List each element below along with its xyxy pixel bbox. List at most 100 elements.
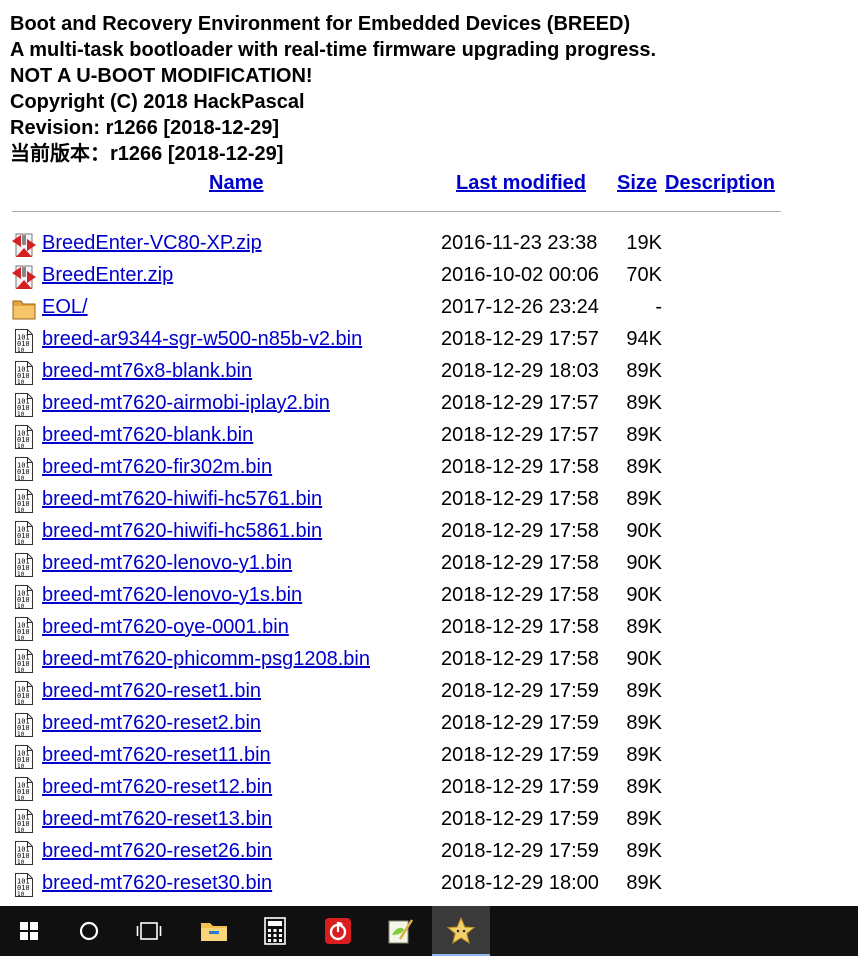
file-modified: 2018-12-29 18:03 xyxy=(441,360,599,382)
file-size: 89K xyxy=(626,424,662,446)
file-modified: 2018-12-29 17:58 xyxy=(441,520,599,542)
file-link[interactable]: breed-mt7620-phicomm-psg1208.bin xyxy=(42,648,370,671)
file-row: 101 010 10 breed-mt7620-hiwifi-hc5761.bin 20… xyxy=(0,484,858,516)
file-link[interactable]: breed-mt7620-lenovo-y1s.bin xyxy=(42,584,302,607)
cortana-button[interactable] xyxy=(60,906,118,956)
file-size: 89K xyxy=(626,840,662,862)
file-row: 101 010 10 breed-ar9344-sgr-w500-n85b-v2.bi… xyxy=(0,324,858,356)
file-link[interactable]: breed-mt7620-reset26.bin xyxy=(42,840,272,863)
file-link[interactable]: BreedEnter-VC80-XP.zip xyxy=(42,232,262,255)
file-modified: 2017-12-26 23:24 xyxy=(441,296,599,318)
title-line: Boot and Recovery Environment for Embedd… xyxy=(10,13,631,35)
column-header-name[interactable]: Name xyxy=(209,172,263,195)
svg-text:10: 10 xyxy=(17,667,25,673)
svg-text:10: 10 xyxy=(17,475,25,481)
file-size: 94K xyxy=(626,328,662,350)
file-modified: 2018-12-29 17:59 xyxy=(441,680,599,702)
binary-file-icon: 101 010 10 xyxy=(12,777,36,802)
file-size: 89K xyxy=(626,776,662,798)
file-modified: 2016-11-23 23:38 xyxy=(441,232,598,254)
file-link[interactable]: breed-mt7620-reset2.bin xyxy=(42,712,261,735)
svg-text:10: 10 xyxy=(17,571,25,577)
svg-text:10: 10 xyxy=(17,443,25,449)
archive-icon xyxy=(12,265,36,289)
file-link[interactable]: breed-mt76x8-blank.bin xyxy=(42,360,252,383)
taskbar-app-star[interactable] xyxy=(432,906,490,956)
file-link[interactable]: breed-mt7620-reset30.bin xyxy=(42,872,272,895)
svg-text:10: 10 xyxy=(17,539,25,545)
file-size: 89K xyxy=(626,872,662,894)
file-size: 89K xyxy=(626,712,662,734)
file-modified: 2018-12-29 18:00 xyxy=(441,872,599,894)
file-modified: 2018-12-29 17:57 xyxy=(441,328,599,350)
column-header-last-modified[interactable]: Last modified xyxy=(456,172,586,195)
file-size: 90K xyxy=(626,584,662,606)
file-link[interactable]: breed-ar9344-sgr-w500-n85b-v2.bin xyxy=(42,328,362,351)
file-row: BreedEnter.zip 2016-10-02 00:06 70K xyxy=(0,260,858,292)
svg-text:10: 10 xyxy=(17,827,25,833)
file-link[interactable]: breed-mt7620-reset13.bin xyxy=(42,808,272,831)
file-link[interactable]: breed-mt7620-reset12.bin xyxy=(42,776,272,799)
svg-text:10: 10 xyxy=(17,507,25,513)
taskbar-app-notepad-plus-plus[interactable] xyxy=(371,906,429,956)
file-link[interactable]: breed-mt7620-blank.bin xyxy=(42,424,253,447)
task-view-button[interactable] xyxy=(120,906,178,956)
file-size: 89K xyxy=(626,744,662,766)
binary-file-icon: 101 010 10 xyxy=(12,457,36,482)
start-button[interactable] xyxy=(0,906,58,956)
svg-text:10: 10 xyxy=(17,763,25,769)
file-link[interactable]: breed-mt7620-reset11.bin xyxy=(42,744,271,767)
file-row: 101 010 10 breed-mt7620-reset26.bin 2018-12-… xyxy=(0,836,858,868)
file-link[interactable]: breed-mt7620-airmobi-iplay2.bin xyxy=(42,392,330,415)
binary-file-icon: 101 010 10 xyxy=(12,809,36,834)
svg-text:10: 10 xyxy=(17,411,25,417)
file-size: 70K xyxy=(626,264,662,286)
file-link[interactable]: EOL/ xyxy=(42,296,88,319)
binary-file-icon: 101 010 10 xyxy=(12,425,36,450)
file-row: 101 010 10 breed-mt7620-reset13.bin 2018-12-… xyxy=(0,804,858,836)
file-row: 101 010 10 breed-mt7620-lenovo-y1s.bin 2018-… xyxy=(0,580,858,612)
file-row: 101 010 10 breed-mt7620-blank.bin 2018-12-29… xyxy=(0,420,858,452)
file-size: 89K xyxy=(626,360,662,382)
file-modified: 2018-12-29 17:58 xyxy=(441,488,599,510)
binary-file-icon: 101 010 10 xyxy=(12,329,36,354)
binary-file-icon: 101 010 10 xyxy=(12,585,36,610)
taskbar-app-netease-music[interactable] xyxy=(309,906,367,956)
file-modified: 2018-12-29 17:59 xyxy=(441,744,599,766)
file-modified: 2018-12-29 17:58 xyxy=(441,648,599,670)
file-link[interactable]: breed-mt7620-hiwifi-hc5761.bin xyxy=(42,488,322,511)
revision-line: Revision: r1266 [2018-12-29] xyxy=(10,117,280,139)
binary-file-icon: 101 010 10 xyxy=(12,489,36,514)
current-version-line: 当前版本：r1266 [2018-12-29] xyxy=(10,143,284,165)
file-modified: 2018-12-29 17:59 xyxy=(441,776,599,798)
file-row: 101 010 10 breed-mt7620-reset2.bin 2018-12-2… xyxy=(0,708,858,740)
file-size: 89K xyxy=(626,616,662,638)
file-link[interactable]: breed-mt7620-lenovo-y1.bin xyxy=(42,552,292,575)
binary-file-icon: 101 010 10 xyxy=(12,361,36,386)
taskbar-app-calculator[interactable] xyxy=(246,906,304,956)
subtitle-line: A multi-task bootloader with real-time f… xyxy=(10,39,657,61)
svg-text:10: 10 xyxy=(17,603,25,609)
file-link[interactable]: breed-mt7620-oye-0001.bin xyxy=(42,616,289,639)
file-modified: 2018-12-29 17:59 xyxy=(441,808,599,830)
file-modified: 2018-12-29 17:59 xyxy=(441,712,599,734)
file-modified: 2018-12-29 17:57 xyxy=(441,392,599,414)
binary-file-icon: 101 010 10 xyxy=(12,681,36,706)
header-divider xyxy=(12,211,781,212)
windows-taskbar xyxy=(0,906,858,956)
file-link[interactable]: breed-mt7620-hiwifi-hc5861.bin xyxy=(42,520,322,543)
file-link[interactable]: BreedEnter.zip xyxy=(42,264,173,287)
file-row: BreedEnter-VC80-XP.zip 2016-11-23 23:38 19… xyxy=(0,228,858,260)
file-size: 89K xyxy=(626,680,662,702)
file-modified: 2018-12-29 17:59 xyxy=(441,840,599,862)
file-link[interactable]: breed-mt7620-fir302m.bin xyxy=(42,456,272,479)
column-header-description[interactable]: Description xyxy=(665,172,775,195)
archive-icon xyxy=(12,233,36,257)
column-header-size[interactable]: Size xyxy=(617,172,657,195)
file-link[interactable]: breed-mt7620-reset1.bin xyxy=(42,680,261,703)
file-explorer-icon xyxy=(201,923,227,941)
binary-file-icon: 101 010 10 xyxy=(12,393,36,418)
binary-file-icon: 101 010 10 xyxy=(12,521,36,546)
file-modified: 2018-12-29 17:58 xyxy=(441,456,599,478)
taskbar-app-file-explorer[interactable] xyxy=(185,906,243,956)
